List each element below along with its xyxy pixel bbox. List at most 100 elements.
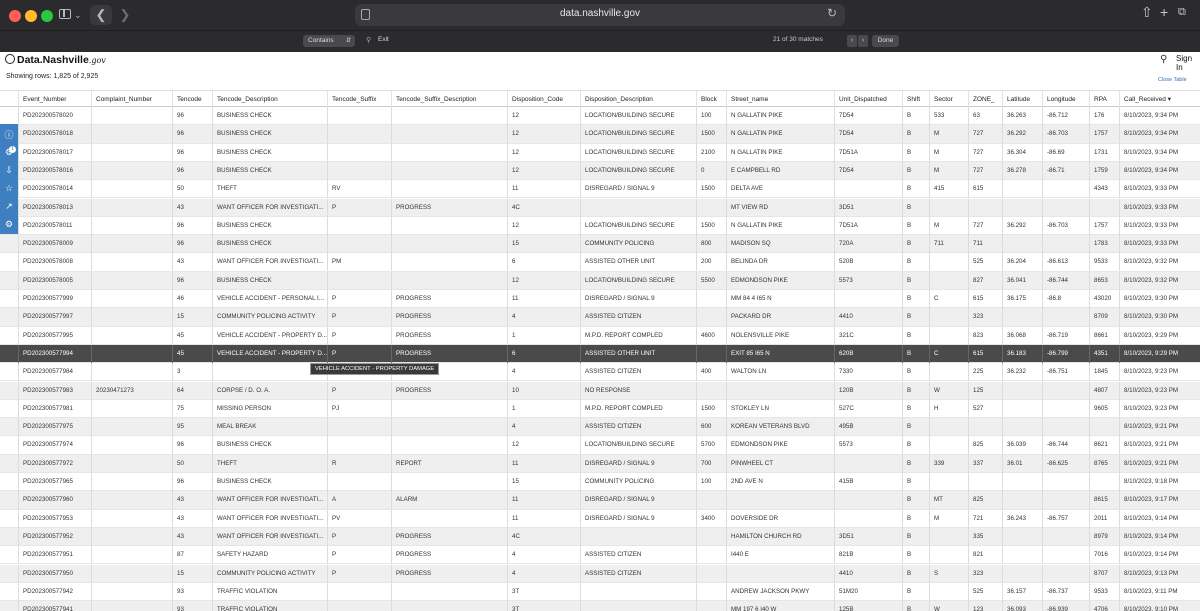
cell-disposition-code[interactable]: 10 <box>507 381 580 400</box>
cell-tencode-suffix-description[interactable]: PROGRESS <box>391 290 507 308</box>
cell-tencode[interactable]: 96 <box>172 107 212 125</box>
cell-complaint-number[interactable] <box>91 290 172 308</box>
cell-disposition-code[interactable]: 6 <box>507 344 580 363</box>
cell-sector[interactable] <box>929 308 968 327</box>
cell-latitude[interactable] <box>1002 527 1042 546</box>
cell-event-number[interactable]: PD202300577999 <box>18 290 91 308</box>
cell-complaint-number[interactable] <box>91 161 172 180</box>
cell-longitude[interactable]: -86.613 <box>1042 253 1089 272</box>
cell-latitude[interactable]: 36.093 <box>1002 601 1042 611</box>
cell-shift[interactable]: B <box>902 509 929 528</box>
cell-street-name[interactable]: MM 197 6 I40 W <box>726 601 834 611</box>
cell-tencode-suffix-description[interactable] <box>391 271 507 290</box>
cell-unit-dispatched[interactable] <box>834 491 902 510</box>
cell-street-name[interactable]: 2ND AVE N <box>726 473 834 491</box>
cell-latitude[interactable] <box>1002 308 1042 327</box>
cell-street-name[interactable]: MADISON SQ <box>726 235 834 254</box>
cell-tencode-suffix[interactable] <box>327 418 391 437</box>
cell-shift[interactable]: B <box>902 216 929 235</box>
table-row[interactable]: PD202300577997 15 COMMUNITY POLICING ACTIV… <box>0 308 1200 327</box>
cell-event-number[interactable]: PD202300577974 <box>18 436 91 455</box>
cell-disposition-code[interactable]: 15 <box>507 235 580 254</box>
cell-unit-dispatched[interactable]: 4410 <box>834 564 902 583</box>
cell-block[interactable] <box>696 381 726 400</box>
cell-rpa[interactable]: 8765 <box>1089 454 1119 473</box>
cell-disposition-description[interactable]: ASSISTED CITIZEN <box>580 546 696 565</box>
cell-tencode-description[interactable]: MEAL BREAK <box>212 418 327 437</box>
cell-complaint-number[interactable] <box>91 235 172 254</box>
cell-shift[interactable]: B <box>902 436 929 455</box>
cell-unit-dispatched[interactable]: 520B <box>834 253 902 272</box>
cell-latitude[interactable]: 36.278 <box>1002 161 1042 180</box>
cell-street-name[interactable]: EDMONDSON PIKE <box>726 271 834 290</box>
cell-call-received[interactable]: 8/10/2023, 9:29 PM <box>1119 344 1200 363</box>
cell-event-number[interactable]: PD202300577995 <box>18 326 91 345</box>
cell-tencode[interactable]: 3 <box>172 363 212 382</box>
cell-rpa[interactable]: 176 <box>1089 107 1119 125</box>
column-header-unit-dispatched[interactable]: Unit_Dispatched <box>834 91 902 107</box>
cell-complaint-number[interactable] <box>91 271 172 290</box>
cell-latitude[interactable]: 36.292 <box>1002 125 1042 144</box>
cell-sector[interactable] <box>929 546 968 565</box>
cell-event-number[interactable]: PD202300578020 <box>18 107 91 125</box>
cell-longitude[interactable]: -86.737 <box>1042 582 1089 601</box>
cell-call-received[interactable]: 8/10/2023, 9:33 PM <box>1119 216 1200 235</box>
table-row[interactable]: PD202300577950 15 COMMUNITY POLICING ACTIV… <box>0 564 1200 583</box>
cell-disposition-description[interactable]: DISREGARD / SIGNAL 9 <box>580 454 696 473</box>
cell-sector[interactable] <box>929 253 968 272</box>
cell-call-received[interactable]: 8/10/2023, 9:23 PM <box>1119 399 1200 418</box>
column-header-disposition-code[interactable]: Disposition_Code <box>507 91 580 107</box>
cell-disposition-description[interactable] <box>580 601 696 611</box>
cell-sector[interactable] <box>929 363 968 382</box>
cell-tencode-description[interactable]: MISSING PERSON <box>212 399 327 418</box>
cell-unit-dispatched[interactable] <box>834 454 902 473</box>
table-row[interactable]: PD202300578013 43 WANT OFFICER FOR INVESTI… <box>0 198 1200 217</box>
cell-longitude[interactable]: -86.625 <box>1042 454 1089 473</box>
cell-street-name[interactable]: E CAMPBELL RD <box>726 161 834 180</box>
cell-sector[interactable]: H <box>929 399 968 418</box>
back-button[interactable]: ❮ <box>90 5 112 25</box>
cell-tencode-suffix-description[interactable]: ALARM <box>391 491 507 510</box>
cell-shift[interactable]: B <box>902 473 929 491</box>
cell-sector[interactable] <box>929 582 968 601</box>
cell-longitude[interactable] <box>1042 308 1089 327</box>
cell-unit-dispatched[interactable]: 7D51A <box>834 216 902 235</box>
cell-longitude[interactable] <box>1042 527 1089 546</box>
cell-longitude[interactable] <box>1042 491 1089 510</box>
cell-tencode-description[interactable]: WANT OFFICER FOR INVESTIGATI... <box>212 253 327 272</box>
cell-complaint-number[interactable] <box>91 326 172 345</box>
cell-shift[interactable]: B <box>902 399 929 418</box>
cell-street-name[interactable]: STOKLEY LN <box>726 399 834 418</box>
cell-call-received[interactable]: 8/10/2023, 9:18 PM <box>1119 473 1200 491</box>
cell-disposition-code[interactable]: 3T <box>507 582 580 601</box>
table-row[interactable]: PD202300577994 45 VEHICLE ACCIDENT - PROPE… <box>0 344 1200 364</box>
cell-disposition-code[interactable]: 4 <box>507 308 580 327</box>
cell-unit-dispatched[interactable]: 527C <box>834 399 902 418</box>
cell-disposition-code[interactable]: 12 <box>507 107 580 125</box>
cell-shift[interactable]: B <box>902 143 929 162</box>
cell-rpa[interactable]: 2011 <box>1089 509 1119 528</box>
cell-tencode-suffix[interactable]: P <box>327 344 391 363</box>
cell-call-received[interactable]: 8/10/2023, 9:14 PM <box>1119 527 1200 546</box>
share-icon[interactable]: ↗ <box>3 200 15 212</box>
cell-disposition-description[interactable]: DISREGARD / SIGNAL 9 <box>580 491 696 510</box>
cell-unit-dispatched[interactable]: 7D54 <box>834 161 902 180</box>
cell-unit-dispatched[interactable]: 7D54 <box>834 107 902 125</box>
cell-tencode-description[interactable]: VEHICLE ACCIDENT - PROPERTY D... <box>212 344 327 363</box>
cell-zone[interactable]: 323 <box>968 308 1002 327</box>
cell-zone[interactable]: 615 <box>968 290 1002 308</box>
cell-shift[interactable]: B <box>902 564 929 583</box>
cell-latitude[interactable] <box>1002 180 1042 199</box>
cell-tencode-description[interactable]: WANT OFFICER FOR INVESTIGATI... <box>212 509 327 528</box>
cell-tencode[interactable]: 75 <box>172 399 212 418</box>
cell-unit-dispatched[interactable]: 3D51 <box>834 198 902 217</box>
cell-tencode-suffix-description[interactable]: REPORT <box>391 454 507 473</box>
cell-longitude[interactable]: -86.719 <box>1042 326 1089 345</box>
cell-event-number[interactable]: PD202300577975 <box>18 418 91 437</box>
cell-shift[interactable]: B <box>902 235 929 254</box>
cell-tencode-description[interactable]: COMMUNITY POLICING ACTIVITY <box>212 564 327 583</box>
cell-block[interactable]: 1500 <box>696 180 726 199</box>
cell-rpa[interactable]: 9605 <box>1089 399 1119 418</box>
cell-sector[interactable]: W <box>929 381 968 400</box>
cell-shift[interactable]: B <box>902 326 929 345</box>
